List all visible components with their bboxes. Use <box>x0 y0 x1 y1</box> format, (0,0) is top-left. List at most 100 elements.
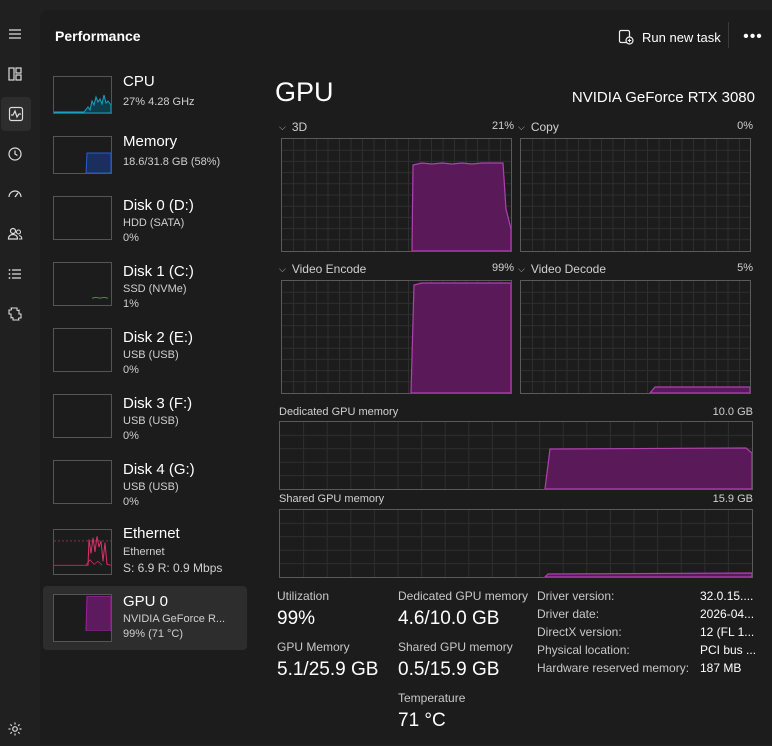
nav-rail <box>0 0 32 745</box>
disk4-mini-graph <box>53 460 112 504</box>
device-detail: USB (USB) <box>123 349 179 361</box>
device-name: Disk 1 (C:) <box>123 263 194 280</box>
device-name: Memory <box>123 133 178 150</box>
directx-version-value: 12 (FL 1... <box>700 625 755 639</box>
device-usage: 0% <box>123 232 139 244</box>
engine-video-decode-graph <box>520 280 751 394</box>
menu-icon[interactable] <box>0 17 30 51</box>
engine-video-encode-graph <box>281 280 512 394</box>
device-item-ethernet[interactable]: Ethernet Ethernet S: 6.9 R: 0.9 Mbps <box>43 523 247 587</box>
engine-video-decode-label[interactable]: ⌵ Video Decode <box>518 262 606 276</box>
gpu-model-name: NVIDIA GeForce RTX 3080 <box>571 89 755 106</box>
driver-date-value: 2026-04... <box>700 607 755 621</box>
performance-icon[interactable] <box>1 97 31 131</box>
device-usage: 0% <box>123 496 139 508</box>
run-new-task-label: Run new task <box>642 29 721 45</box>
device-item-gpu0[interactable]: GPU 0 NVIDIA GeForce R... 99% (71 °C) <box>43 586 247 650</box>
device-item-memory[interactable]: Memory 18.6/31.8 GB (58%) <box>43 127 247 191</box>
engine-copy-graph <box>520 138 751 252</box>
shared-memory-graph-label: Shared GPU memory <box>279 493 385 505</box>
dedicated-memory-graph-max: 10.0 GB <box>712 406 753 418</box>
gpu-title: GPU <box>275 77 334 107</box>
settings-icon[interactable] <box>0 712 30 746</box>
dedicated-memory-graph-label: Dedicated GPU memory <box>279 406 399 418</box>
driver-date-key: Driver date: <box>537 607 600 621</box>
gpu-memory-value: 5.1/25.9 GB <box>277 659 379 680</box>
ethernet-mini-graph <box>53 529 112 575</box>
gpu-memory-label: GPU Memory <box>277 640 350 654</box>
engine-copy-value: 0% <box>737 120 753 132</box>
engine-copy-label[interactable]: ⌵ Copy <box>518 120 559 134</box>
chevron-down-icon: ⌵ <box>518 264 525 274</box>
device-detail: HDD (SATA) <box>123 217 185 229</box>
device-detail: Ethernet <box>123 546 165 558</box>
device-item-disk1[interactable]: Disk 1 (C:) SSD (NVMe) 1% <box>43 259 247 323</box>
chevron-down-icon: ⌵ <box>279 264 286 274</box>
device-item-disk4[interactable]: Disk 4 (G:) USB (USB) 0% <box>43 457 247 521</box>
device-detail: USB (USB) <box>123 415 179 427</box>
device-usage: 0% <box>123 364 139 376</box>
disk2-mini-graph <box>53 328 112 372</box>
device-item-disk3[interactable]: Disk 3 (F:) USB (USB) 0% <box>43 391 247 455</box>
device-usage: 0% <box>123 430 139 442</box>
dedicated-memory-value: 4.6/10.0 GB <box>398 608 500 629</box>
device-detail: USB (USB) <box>123 481 179 493</box>
shared-memory-label: Shared GPU memory <box>398 640 513 654</box>
memory-mini-graph <box>53 136 112 174</box>
cpu-mini-graph <box>53 76 112 114</box>
engine-3d-graph <box>281 138 512 252</box>
users-icon[interactable] <box>0 217 30 251</box>
device-item-disk2[interactable]: Disk 2 (E:) USB (USB) 0% <box>43 325 247 389</box>
shared-memory-value: 0.5/15.9 GB <box>398 659 500 680</box>
run-new-task-button[interactable]: Run new task <box>618 26 721 48</box>
device-item-cpu[interactable]: CPU 27% 4.28 GHz <box>43 67 247 131</box>
device-item-disk0[interactable]: Disk 0 (D:) HDD (SATA) 0% <box>43 193 247 257</box>
device-name: Disk 4 (G:) <box>123 461 195 478</box>
utilization-value: 99% <box>277 608 316 629</box>
driver-version-value: 32.0.15.... <box>700 589 754 603</box>
utilization-label: Utilization <box>277 589 330 603</box>
gpu0-mini-graph <box>53 594 112 642</box>
services-icon[interactable] <box>0 297 30 331</box>
device-detail: SSD (NVMe) <box>123 283 187 295</box>
device-name: GPU 0 <box>123 593 169 610</box>
device-name: Disk 3 (F:) <box>123 395 193 412</box>
page-title: Performance <box>55 28 141 44</box>
startup-apps-icon[interactable] <box>0 177 30 211</box>
dedicated-memory-label: Dedicated GPU memory <box>398 589 529 603</box>
engine-video-encode-value: 99% <box>491 262 514 274</box>
device-detail: NVIDIA GeForce R... <box>123 613 226 625</box>
device-name: Ethernet <box>123 525 180 542</box>
header-divider <box>728 22 729 48</box>
performance-panel: Performance Run new task ••• CPU 27% 4.2… <box>40 10 772 745</box>
engine-3d-label[interactable]: ⌵ 3D <box>279 120 307 134</box>
device-detail: 18.6/31.8 GB (58%) <box>123 156 221 168</box>
chevron-down-icon: ⌵ <box>279 122 286 132</box>
device-name: Disk 0 (D:) <box>123 197 194 214</box>
processes-icon[interactable] <box>0 57 30 91</box>
device-name: CPU <box>123 73 155 90</box>
hardware-reserved-memory-key: Hardware reserved memory: <box>537 661 690 675</box>
physical-location-value: PCI bus ... <box>700 643 757 657</box>
disk3-mini-graph <box>53 394 112 438</box>
driver-version-key: Driver version: <box>537 589 615 603</box>
temperature-value: 71 °C <box>398 710 446 731</box>
device-throughput: S: 6.9 R: 0.9 Mbps <box>123 561 223 575</box>
hardware-reserved-memory-value: 187 MB <box>700 661 742 675</box>
engine-3d-value: 21% <box>491 120 514 132</box>
device-usage: 99% (71 °C) <box>123 628 184 640</box>
device-detail: 27% 4.28 GHz <box>123 96 195 108</box>
details-icon[interactable] <box>0 257 30 291</box>
temperature-label: Temperature <box>398 691 466 705</box>
disk0-mini-graph <box>53 196 112 240</box>
engine-video-encode-label[interactable]: ⌵ Video Encode <box>279 262 366 276</box>
shared-memory-graph-max: 15.9 GB <box>712 493 753 505</box>
disk1-mini-graph <box>53 262 112 306</box>
physical-location-key: Physical location: <box>537 643 630 657</box>
more-options-button[interactable]: ••• <box>740 26 766 48</box>
run-task-icon <box>618 29 634 45</box>
app-history-icon[interactable] <box>0 137 30 171</box>
device-usage: 1% <box>123 298 139 310</box>
engine-video-decode-value: 5% <box>737 262 753 274</box>
directx-version-key: DirectX version: <box>537 625 622 639</box>
